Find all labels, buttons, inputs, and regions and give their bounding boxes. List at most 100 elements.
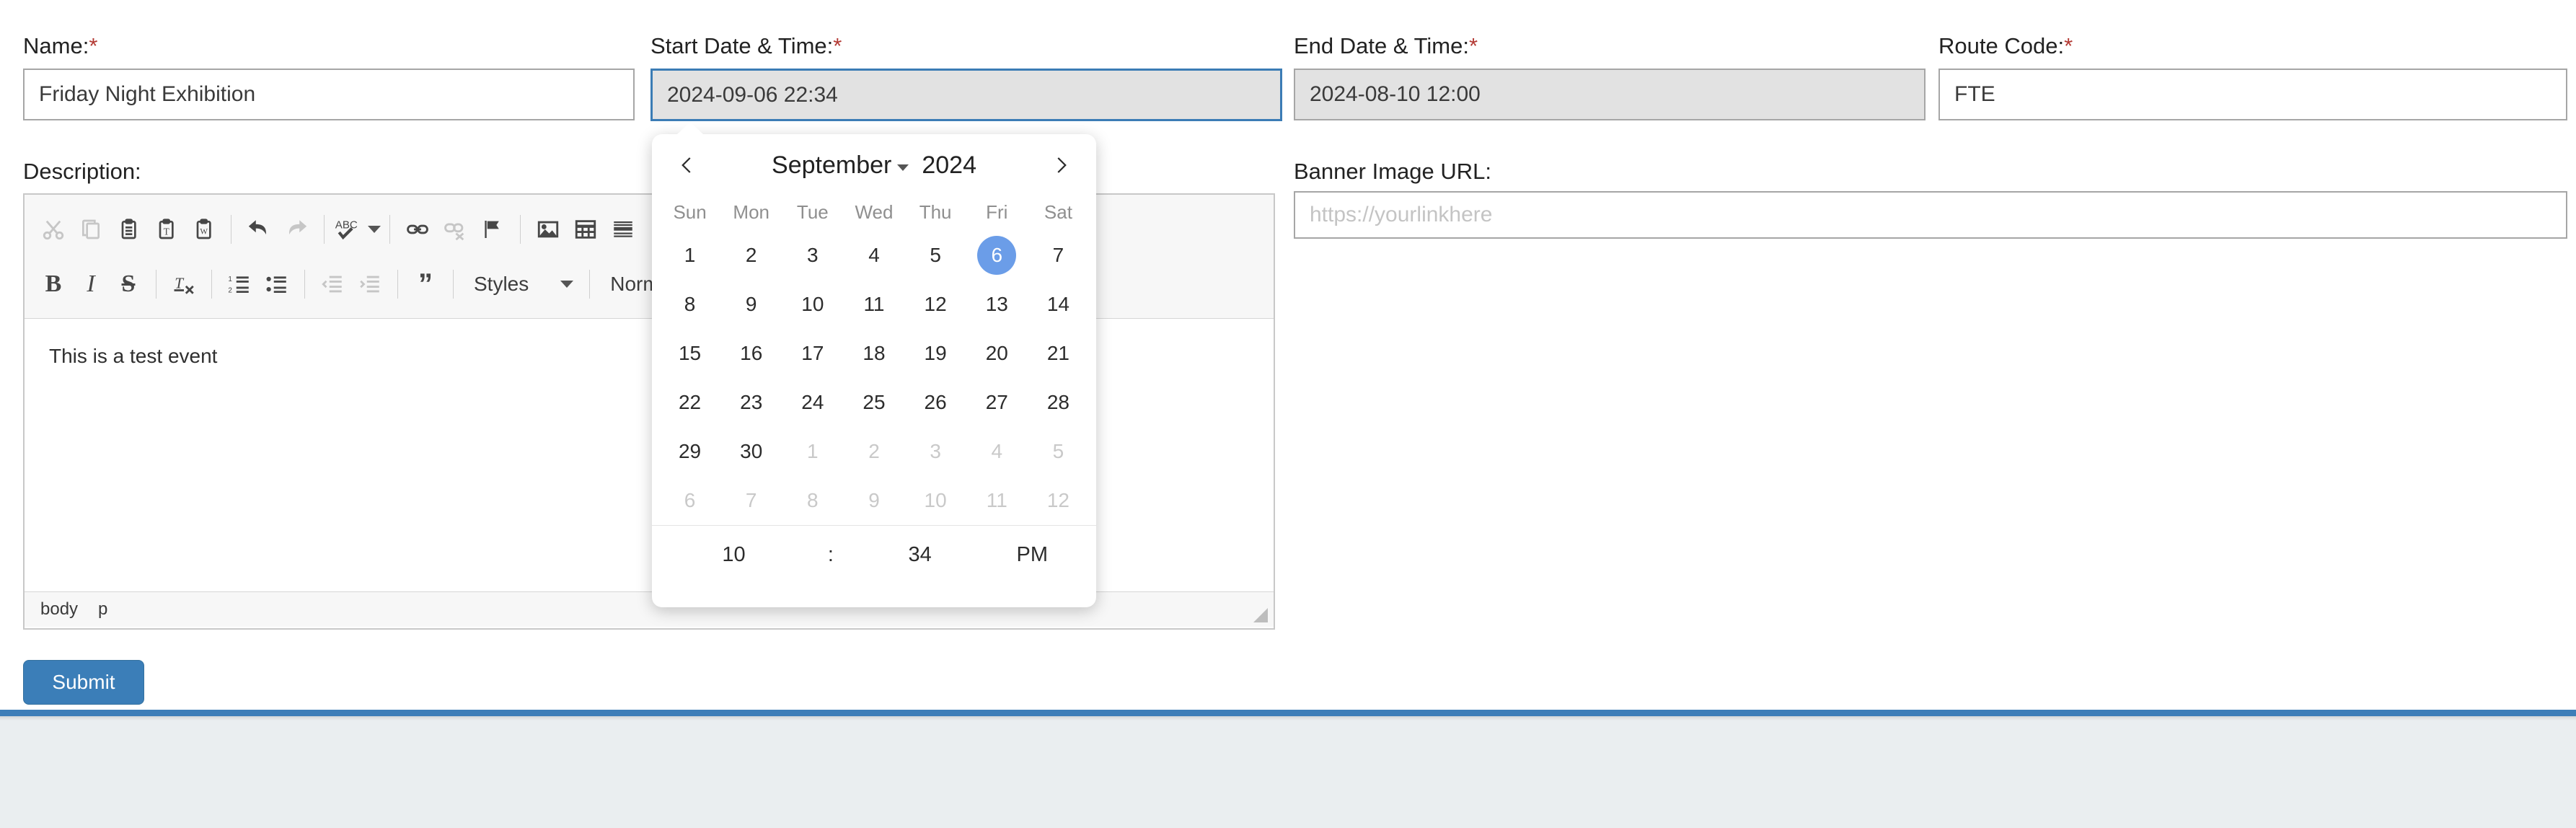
time-hour[interactable]: 10 — [665, 543, 803, 567]
calendar-day[interactable]: 17 — [782, 329, 843, 378]
calendar-day-label: 5 — [1052, 440, 1064, 462]
calendar-day[interactable]: 29 — [659, 427, 720, 476]
calendar-day[interactable]: 2 — [720, 231, 782, 280]
paste-as-plain-text-icon[interactable]: T — [147, 211, 185, 248]
time-meridiem[interactable]: PM — [982, 543, 1083, 567]
name-input[interactable]: Friday Night Exhibition — [23, 69, 635, 120]
calendar-day[interactable]: 23 — [720, 378, 782, 427]
calendar-day[interactable]: 9 — [843, 476, 904, 525]
paste-from-word-icon[interactable]: W — [185, 211, 222, 248]
table-icon[interactable] — [567, 211, 604, 248]
end-datetime-input[interactable]: 2024-08-10 12:00 — [1294, 69, 1926, 120]
calendar-day-selected[interactable]: 6 — [966, 231, 1028, 280]
calendar-day[interactable]: 1 — [659, 231, 720, 280]
paste-icon[interactable] — [110, 211, 147, 248]
anchor-flag-icon[interactable] — [474, 211, 511, 248]
calendar-day[interactable]: 25 — [843, 378, 904, 427]
calendar-day[interactable]: 5 — [1028, 427, 1089, 476]
calendar-day[interactable]: 24 — [782, 378, 843, 427]
unlink-icon[interactable] — [436, 211, 474, 248]
start-datetime-input[interactable]: 2024-09-06 22:34 — [650, 69, 1282, 121]
calendar-day[interactable]: 30 — [720, 427, 782, 476]
element-path-p[interactable]: p — [98, 599, 107, 620]
start-datetime-datepicker-popup[interactable]: September 2024 Sun Mon Tue Wed Thu Fri S… — [652, 122, 1096, 607]
calendar-day[interactable]: 11 — [966, 476, 1028, 525]
calendar-day[interactable]: 11 — [843, 280, 904, 329]
calendar-day[interactable]: 21 — [1028, 329, 1089, 378]
editor-resize-handle[interactable] — [1253, 608, 1268, 622]
bottom-accent-bar — [0, 710, 2576, 716]
toolbar-separator — [397, 270, 398, 299]
calendar-day[interactable]: 1 — [782, 427, 843, 476]
weekday-sun: Sun — [673, 201, 707, 223]
toolbar-separator — [304, 270, 305, 299]
redo-icon[interactable] — [278, 211, 315, 248]
banner-image-url-placeholder: https://yourlinkhere — [1310, 203, 1493, 226]
blockquote-icon[interactable]: ” — [407, 265, 444, 303]
calendar-day[interactable]: 14 — [1028, 280, 1089, 329]
link-icon[interactable] — [399, 211, 436, 248]
bold-icon[interactable]: B — [35, 265, 72, 303]
calendar-day[interactable]: 12 — [905, 280, 966, 329]
calendar-day[interactable]: 6 — [659, 476, 720, 525]
spellcheck-icon[interactable]: ABC — [333, 211, 381, 248]
route-code-label-text: Route Code: — [1938, 33, 2065, 58]
month-selector[interactable]: September — [772, 151, 909, 180]
copy-icon[interactable] — [72, 211, 110, 248]
calendar-day[interactable]: 4 — [966, 427, 1028, 476]
submit-button[interactable]: Submit — [23, 660, 144, 705]
calendar-day[interactable]: 8 — [782, 476, 843, 525]
calendar-day[interactable]: 12 — [1028, 476, 1089, 525]
increase-indent-icon[interactable] — [351, 265, 389, 303]
calendar-day-label: 17 — [801, 342, 824, 364]
calendar-day[interactable]: 19 — [905, 329, 966, 378]
element-path-body[interactable]: body — [40, 599, 78, 620]
remove-format-icon[interactable]: T — [165, 265, 203, 303]
description-label-text: Description: — [23, 159, 141, 184]
calendar-day[interactable]: 7 — [720, 476, 782, 525]
calendar-day[interactable]: 26 — [905, 378, 966, 427]
route-code-input[interactable]: FTE — [1938, 69, 2567, 120]
calendar-day[interactable]: 20 — [966, 329, 1028, 378]
start-datetime-required-asterisk: * — [833, 33, 842, 58]
calendar-day[interactable]: 2 — [843, 427, 904, 476]
calendar-day[interactable]: 5 — [905, 231, 966, 280]
horizontal-rule-icon[interactable] — [604, 211, 642, 248]
decrease-indent-icon[interactable] — [314, 265, 351, 303]
styles-dropdown[interactable]: Styles — [462, 265, 581, 303]
calendar-day-label: 18 — [863, 342, 886, 364]
previous-month-chevron-icon[interactable] — [668, 146, 707, 185]
calendar-day[interactable]: 10 — [905, 476, 966, 525]
time-minute[interactable]: 34 — [859, 543, 982, 567]
calendar-day[interactable]: 15 — [659, 329, 720, 378]
calendar-day[interactable]: 22 — [659, 378, 720, 427]
calendar-day[interactable]: 13 — [966, 280, 1028, 329]
calendar-day[interactable]: 16 — [720, 329, 782, 378]
calendar-day[interactable]: 4 — [843, 231, 904, 280]
calendar-day-label: 21 — [1046, 342, 1069, 364]
calendar-day[interactable]: 9 — [720, 280, 782, 329]
calendar-day[interactable]: 18 — [843, 329, 904, 378]
calendar-day[interactable]: 7 — [1028, 231, 1089, 280]
italic-icon[interactable]: I — [72, 265, 110, 303]
calendar-day-label: 8 — [684, 293, 696, 315]
calendar-day[interactable]: 28 — [1028, 378, 1089, 427]
calendar-day[interactable]: 10 — [782, 280, 843, 329]
image-icon[interactable] — [529, 211, 567, 248]
calendar-day-label: 15 — [678, 342, 702, 364]
banner-image-url-input[interactable]: https://yourlinkhere — [1294, 191, 2567, 239]
calendar-day[interactable]: 3 — [782, 231, 843, 280]
calendar-day[interactable]: 8 — [659, 280, 720, 329]
calendar-day[interactable]: 27 — [966, 378, 1028, 427]
datepicker-year[interactable]: 2024 — [922, 151, 976, 180]
bulleted-list-icon[interactable] — [258, 265, 296, 303]
strikethrough-icon[interactable]: S — [110, 265, 147, 303]
cut-icon[interactable] — [35, 211, 72, 248]
next-month-chevron-icon[interactable] — [1041, 146, 1080, 185]
calendar-day[interactable]: 3 — [905, 427, 966, 476]
end-datetime-required-asterisk: * — [1468, 33, 1478, 58]
numbered-list-icon[interactable]: 12 — [221, 265, 258, 303]
calendar-day-label: 30 — [740, 440, 763, 462]
undo-icon[interactable] — [240, 211, 278, 248]
spellcheck-caret-icon[interactable] — [368, 226, 381, 233]
